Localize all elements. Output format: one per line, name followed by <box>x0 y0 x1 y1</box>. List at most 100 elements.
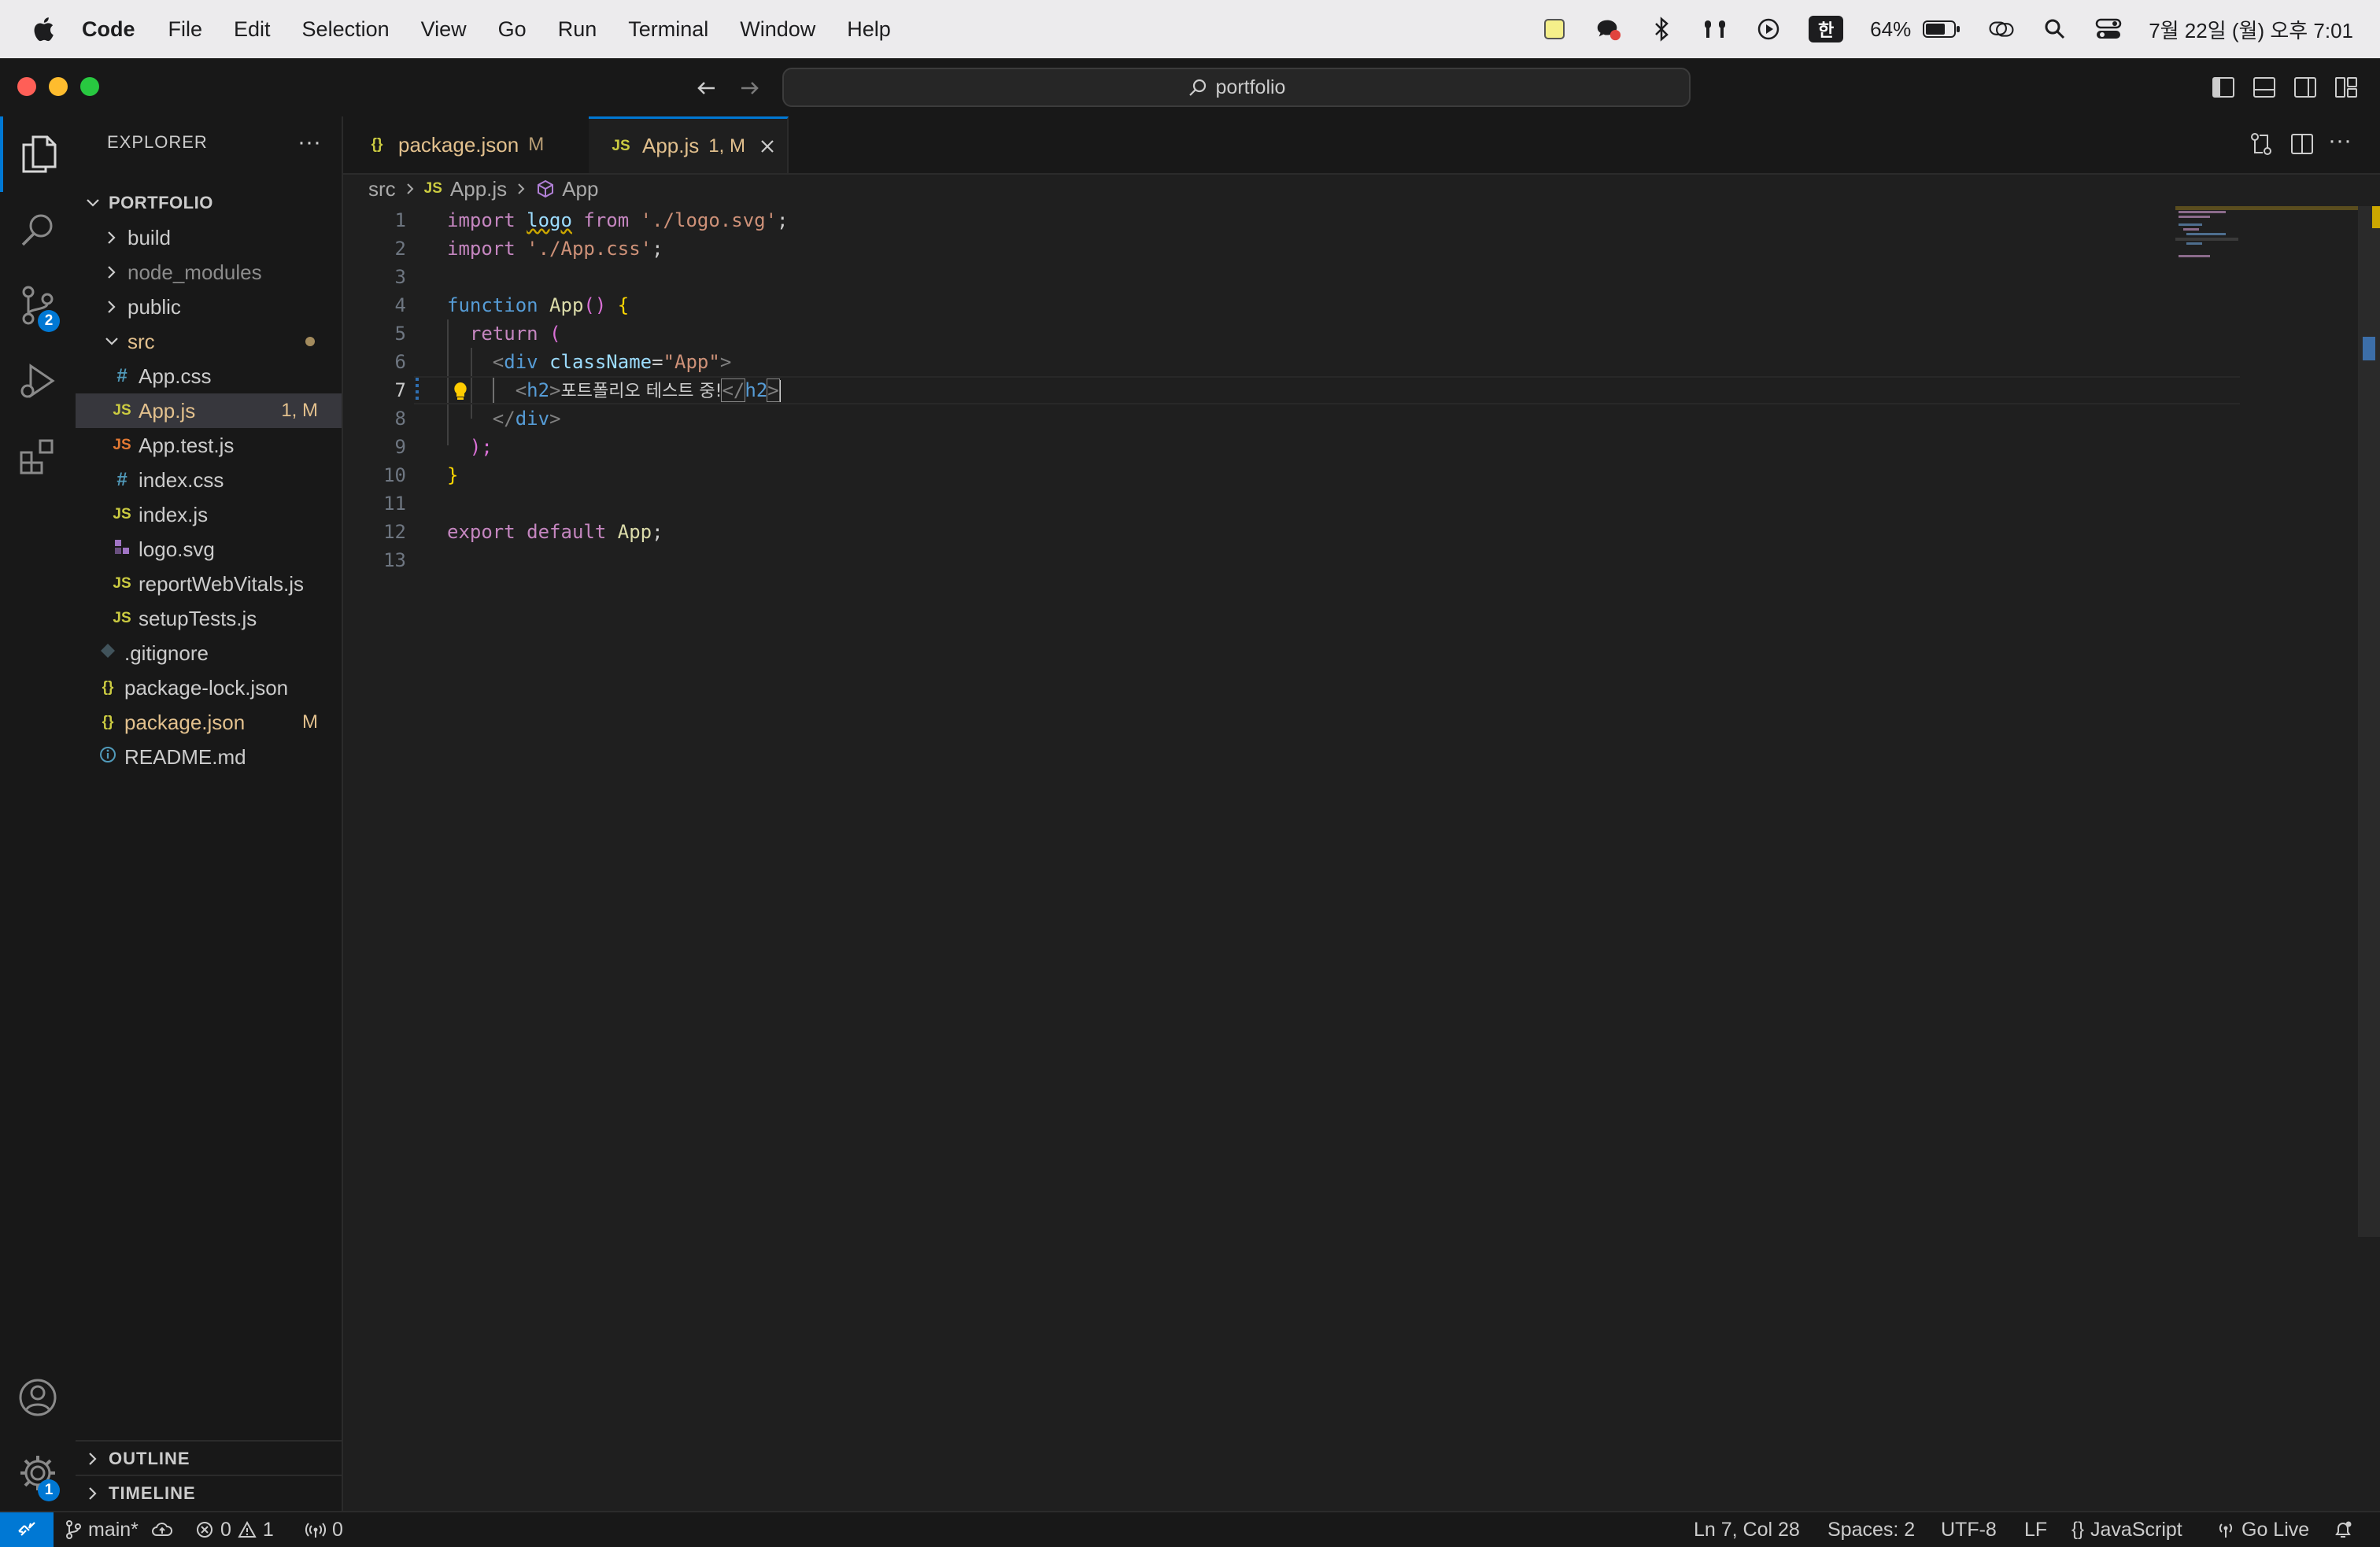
js-test-file-icon: JS <box>113 437 131 453</box>
play-circle-icon[interactable] <box>1755 16 1782 42</box>
line-number: 2 <box>394 238 406 260</box>
editor-scrollbar[interactable] <box>2358 206 2380 1237</box>
remote-icon <box>18 1522 35 1536</box>
screen-mirroring-icon[interactable] <box>1988 16 2015 42</box>
menubar-clock[interactable]: 7월 22일 (월) 오후 7:01 <box>2149 15 2353 44</box>
line-number: 3 <box>394 266 406 288</box>
toggle-panel-icon[interactable] <box>2251 74 2278 101</box>
cursor-position-button[interactable]: Ln 7, Col 28 <box>1694 1512 1800 1547</box>
battery-icon[interactable] <box>1922 16 1961 42</box>
git-branch-button[interactable]: main* <box>65 1512 173 1547</box>
remote-indicator-button[interactable] <box>0 1512 54 1547</box>
command-center-search[interactable]: portfolio <box>782 68 1691 107</box>
zoom-window-button[interactable] <box>80 77 99 96</box>
tree-item-node-modules[interactable]: node_modules <box>76 255 342 290</box>
menu-app-name[interactable]: Code <box>82 17 135 42</box>
menu-view[interactable]: View <box>421 17 467 42</box>
scrollbar-change-marker <box>2363 337 2375 360</box>
open-changes-icon[interactable] <box>2248 131 2275 157</box>
tree-item-index-js[interactable]: JS index.js <box>76 497 342 532</box>
menu-file[interactable]: File <box>168 17 203 42</box>
airpods-icon[interactable] <box>1702 16 1728 42</box>
eol-button[interactable]: LF <box>2024 1512 2047 1547</box>
input-method-indicator[interactable]: 한 <box>1809 16 1844 42</box>
tree-item-app-js[interactable]: JS App.js 1, M <box>76 393 342 428</box>
broadcast-icon <box>305 1523 326 1538</box>
modified-dot-icon <box>305 337 315 346</box>
code-editor[interactable]: 1 2 3 4 5 6 7 8 9 10 11 12 13 import log… <box>343 206 2380 1511</box>
manage-activity-button[interactable]: 1 <box>0 1435 76 1511</box>
tree-item-package-lock[interactable]: {} package-lock.json <box>76 670 342 705</box>
ports-button[interactable]: 0 <box>305 1512 343 1547</box>
outline-section-header[interactable]: OUTLINE <box>76 1440 342 1476</box>
run-debug-activity-button[interactable] <box>0 343 76 419</box>
encoding-button[interactable]: UTF-8 <box>1941 1512 1997 1547</box>
menu-window[interactable]: Window <box>740 17 815 42</box>
tree-item-report-web-vitals[interactable]: JS reportWebVitals.js <box>76 567 342 601</box>
notifications-button[interactable] <box>2333 1512 2353 1547</box>
sticky-note-icon[interactable] <box>1541 16 1568 42</box>
activity-bar: 2 1 <box>0 116 77 1511</box>
minimap[interactable] <box>2175 206 2367 269</box>
customize-layout-icon[interactable] <box>2333 74 2360 101</box>
code-line-12: export default App; <box>447 521 663 543</box>
line-number: 5 <box>394 323 406 345</box>
menu-go[interactable]: Go <box>498 17 527 42</box>
tree-item-app-test-js[interactable]: JS App.test.js <box>76 428 342 463</box>
tree-item-src[interactable]: src <box>76 324 342 359</box>
tree-item-gitignore[interactable]: .gitignore <box>76 636 342 670</box>
bluetooth-icon[interactable] <box>1648 16 1675 42</box>
toggle-secondary-sidebar-icon[interactable] <box>2292 74 2319 101</box>
timeline-section-header[interactable]: TIMELINE <box>76 1475 342 1511</box>
menu-help[interactable]: Help <box>847 17 891 42</box>
minimize-window-button[interactable] <box>49 77 68 96</box>
split-editor-icon[interactable] <box>2289 131 2315 157</box>
extensions-activity-button[interactable] <box>0 419 76 494</box>
menu-terminal[interactable]: Terminal <box>628 17 708 42</box>
menu-run[interactable]: Run <box>558 17 597 42</box>
accounts-activity-button[interactable] <box>0 1360 76 1435</box>
tree-item-package-json[interactable]: {} package.json M <box>76 705 342 740</box>
tree-item-public[interactable]: public <box>76 290 342 324</box>
go-live-button[interactable]: Go Live <box>2216 1512 2309 1547</box>
indentation-button[interactable]: Spaces: 2 <box>1828 1512 1915 1547</box>
explorer-more-actions-icon[interactable]: ··· <box>298 129 321 156</box>
control-center-icon[interactable] <box>2095 16 2122 42</box>
language-mode-button[interactable]: {} JavaScript <box>2071 1512 2182 1547</box>
arrow-left-icon[interactable] <box>694 76 719 101</box>
breadcrumb-file[interactable]: App.js <box>450 177 507 201</box>
tree-item-build[interactable]: build <box>76 220 342 255</box>
explorer-root-folder[interactable]: PORTFOLIO <box>76 186 342 220</box>
outline-label: OUTLINE <box>109 1449 190 1468</box>
code-line-8: </div> <box>492 408 561 430</box>
problems-button[interactable]: 0 1 <box>195 1512 274 1547</box>
spotlight-search-icon[interactable] <box>2042 16 2068 42</box>
breadcrumb-symbol[interactable]: App <box>562 177 598 201</box>
tree-item-logo-svg[interactable]: logo.svg <box>76 532 342 567</box>
cloud-sync-icon[interactable] <box>151 1521 173 1538</box>
tree-item-label: setupTests.js <box>139 606 257 630</box>
breadcrumb-folder[interactable]: src <box>368 177 396 201</box>
tab-app-js[interactable]: JS App.js 1, M <box>589 116 789 173</box>
toggle-primary-sidebar-icon[interactable] <box>2210 74 2237 101</box>
arrow-right-icon[interactable] <box>737 76 762 101</box>
tree-item-label: package.json <box>124 710 246 734</box>
tree-item-index-css[interactable]: # index.css <box>76 463 342 497</box>
source-control-activity-button[interactable]: 2 <box>0 268 76 343</box>
menu-edit[interactable]: Edit <box>234 17 271 42</box>
close-tab-icon[interactable] <box>759 138 775 154</box>
editor-more-actions-icon[interactable]: ··· <box>2328 127 2352 154</box>
tree-item-readme[interactable]: README.md <box>76 740 342 774</box>
tree-item-setup-tests[interactable]: JS setupTests.js <box>76 601 342 636</box>
search-activity-button[interactable] <box>0 192 76 268</box>
chat-notification-icon[interactable] <box>1595 16 1621 42</box>
apple-logo-icon[interactable] <box>31 16 55 42</box>
tab-label: package.json <box>398 132 519 157</box>
explorer-activity-button[interactable] <box>0 116 76 192</box>
symbol-method-icon <box>538 179 554 198</box>
line-number: 10 <box>383 464 406 486</box>
tree-item-app-css[interactable]: # App.css <box>76 359 342 393</box>
close-window-button[interactable] <box>17 77 36 96</box>
menu-selection[interactable]: Selection <box>302 17 390 42</box>
tab-package-json[interactable]: {} package.json M <box>343 116 590 173</box>
